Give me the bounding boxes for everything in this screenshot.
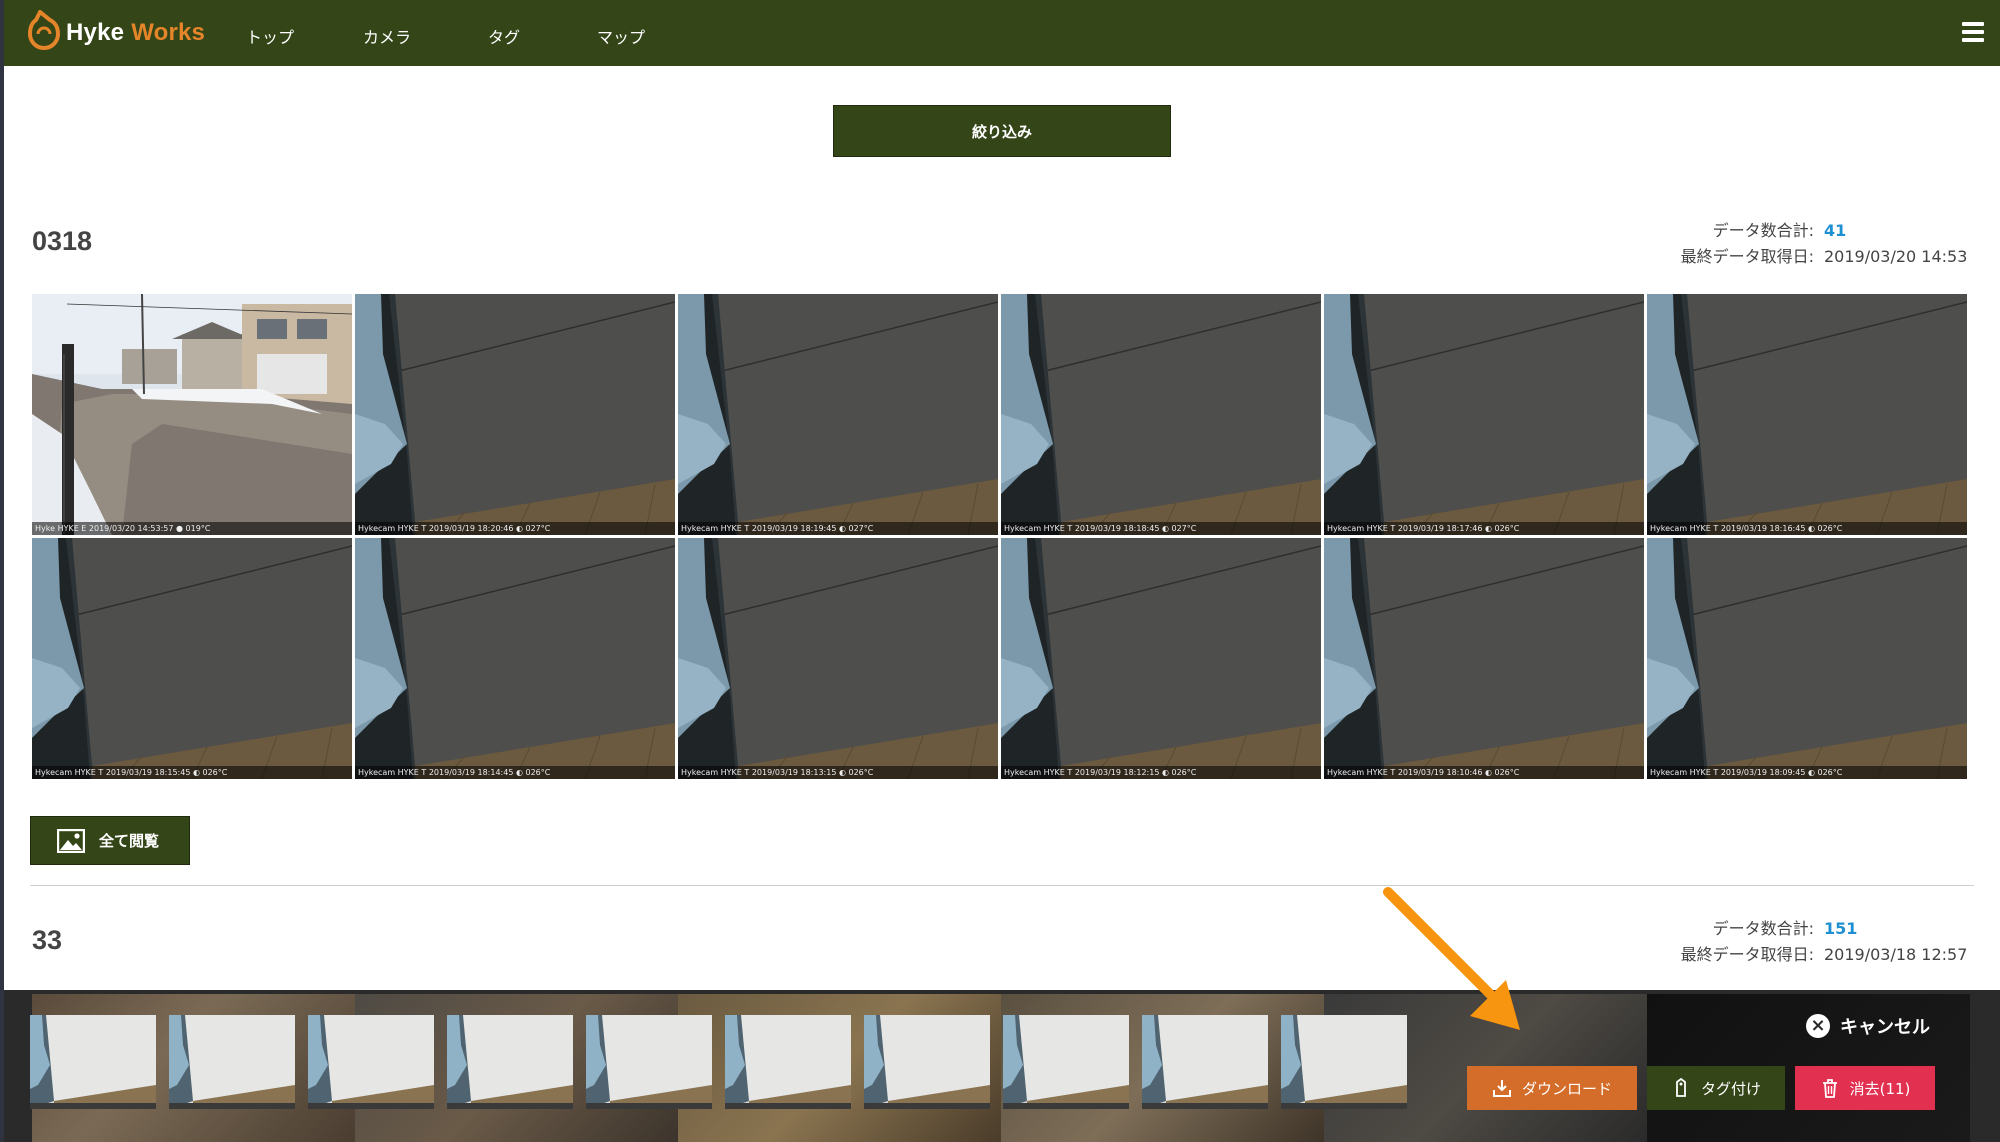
nav-item-camera[interactable]: カメラ — [363, 24, 411, 48]
selected-thumbnail[interactable] — [1003, 1015, 1129, 1109]
thumbnail-caption: Hykecam HYKE T 2019/03/19 18:20:46 ◐ 027… — [355, 522, 675, 535]
top-navbar: Hyke Works トップ カメラ タグ マップ — [4, 0, 2000, 66]
wall-photo — [1001, 294, 1321, 535]
delete-button[interactable]: 消去(11) — [1795, 1066, 1935, 1110]
wall-photo — [169, 1015, 295, 1109]
view-all-label: 全て閲覧 — [99, 832, 160, 850]
thumbnail[interactable]: Hyke HYKE E 2019/03/20 14:53:57 ● 019°C — [32, 294, 352, 535]
wall-photo — [1003, 1015, 1129, 1109]
thumbnail-caption: Hykecam HYKE T 2019/03/19 18:10:46 ◐ 026… — [1324, 766, 1644, 779]
hamburger-icon[interactable] — [1962, 22, 1984, 42]
wall-photo — [1324, 538, 1644, 779]
wall-photo — [678, 294, 998, 535]
wall-photo — [447, 1015, 573, 1109]
thumbnail[interactable]: Hykecam HYKE T 2019/03/19 18:13:15 ◐ 026… — [678, 538, 998, 779]
thumbnail[interactable]: Hykecam HYKE T 2019/03/19 18:18:45 ◐ 027… — [1001, 294, 1321, 535]
nav-item-top[interactable]: トップ — [246, 24, 294, 48]
view-all-button[interactable]: 全て閲覧 — [30, 816, 190, 865]
group-title: 0318 — [32, 226, 93, 256]
wall-photo — [32, 538, 352, 779]
thumbnail[interactable]: Hykecam HYKE T 2019/03/19 18:16:45 ◐ 026… — [1647, 294, 1967, 535]
thumbnail[interactable]: Hykecam HYKE T 2019/03/19 18:14:45 ◐ 026… — [355, 538, 675, 779]
wall-photo — [586, 1015, 712, 1109]
wall-photo — [1001, 538, 1321, 779]
group-title: 33 — [32, 925, 63, 955]
selected-thumbnail[interactable] — [586, 1015, 712, 1109]
count-value[interactable]: 151 — [1824, 916, 1970, 942]
thumbnail-caption: Hykecam HYKE T 2019/03/19 18:14:45 ◐ 026… — [355, 766, 675, 779]
wall-photo — [308, 1015, 434, 1109]
selected-thumbnail[interactable] — [308, 1015, 434, 1109]
window-edge — [0, 0, 4, 1142]
last-date-value: 2019/03/20 14:53 — [1824, 247, 1968, 266]
thumbnail-caption: Hykecam HYKE T 2019/03/19 18:12:15 ◐ 026… — [1001, 766, 1321, 779]
brand-name-part1: Hyke — [66, 19, 125, 46]
wall-photo — [678, 538, 998, 779]
selected-thumbnail[interactable] — [447, 1015, 573, 1109]
download-label: ダウンロード — [1521, 1079, 1612, 1098]
image-icon — [57, 828, 85, 853]
cancel-label: キャンセル — [1840, 1017, 1930, 1038]
count-value[interactable]: 41 — [1824, 218, 1970, 244]
thumbnail-caption: Hykecam HYKE T 2019/03/19 18:15:45 ◐ 026… — [32, 766, 352, 779]
tag-button[interactable]: タグ付け — [1647, 1066, 1785, 1110]
trash-icon — [1822, 1079, 1837, 1098]
nav-item-map[interactable]: マップ — [597, 24, 645, 48]
selected-thumbnail[interactable] — [169, 1015, 295, 1109]
selected-thumbnail[interactable] — [725, 1015, 851, 1109]
thumbnail-caption: Hykecam HYKE T 2019/03/19 18:09:45 ◐ 026… — [1647, 766, 1967, 779]
thumbnail[interactable]: Hykecam HYKE T 2019/03/19 18:19:45 ◐ 027… — [678, 294, 998, 535]
group-stats: データ数合計: 41 最終データ取得日: 2019/03/20 14:53 — [1681, 218, 1970, 270]
wall-photo — [1647, 294, 1967, 535]
wall-photo — [355, 538, 675, 779]
tag-label: タグ付け — [1700, 1079, 1761, 1098]
thumbnail[interactable]: Hykecam HYKE T 2019/03/19 18:09:45 ◐ 026… — [1647, 538, 1967, 779]
download-icon — [1492, 1080, 1511, 1097]
brand-name-part2: Works — [131, 19, 206, 46]
thumbnail[interactable]: Hykecam HYKE T 2019/03/19 18:17:46 ◐ 026… — [1324, 294, 1644, 535]
selected-thumbnail[interactable] — [1142, 1015, 1268, 1109]
thumbnail[interactable]: Hykecam HYKE T 2019/03/19 18:12:15 ◐ 026… — [1001, 538, 1321, 779]
wall-photo — [1142, 1015, 1268, 1109]
wall-photo — [725, 1015, 851, 1109]
thumbnail-caption: Hykecam HYKE T 2019/03/19 18:17:46 ◐ 026… — [1324, 522, 1644, 535]
street-photo — [32, 294, 352, 535]
thumbnail-grid: Hyke HYKE E 2019/03/20 14:53:57 ● 019°C H… — [32, 294, 1971, 779]
count-label: データ数合計: — [1712, 221, 1814, 240]
thumbnail-caption: Hykecam HYKE T 2019/03/19 18:19:45 ◐ 027… — [678, 522, 998, 535]
wall-photo — [355, 294, 675, 535]
thumbnail-caption: Hykecam HYKE T 2019/03/19 18:18:45 ◐ 027… — [1001, 522, 1321, 535]
brand[interactable]: Hyke Works — [26, 10, 205, 56]
hyke-logo-icon — [27, 10, 61, 50]
nav-item-tag[interactable]: タグ — [488, 24, 520, 48]
annotation-arrow-icon — [1383, 887, 1520, 1030]
selected-thumbnails — [30, 1015, 1420, 1109]
cancel-button[interactable]: × キャンセル — [1806, 1013, 1930, 1039]
last-date-label: 最終データ取得日: — [1680, 247, 1814, 266]
thumbnail[interactable]: Hykecam HYKE T 2019/03/19 18:20:46 ◐ 027… — [355, 294, 675, 535]
thumbnail-caption: Hykecam HYKE T 2019/03/19 18:13:15 ◐ 026… — [678, 766, 998, 779]
thumbnail[interactable]: Hykecam HYKE T 2019/03/19 18:15:45 ◐ 026… — [32, 538, 352, 779]
wall-photo — [864, 1015, 990, 1109]
wall-photo — [30, 1015, 156, 1109]
selected-thumbnail[interactable] — [864, 1015, 990, 1109]
download-button[interactable]: ダウンロード — [1467, 1066, 1637, 1110]
thumbnail-caption: Hykecam HYKE T 2019/03/19 18:16:45 ◐ 026… — [1647, 522, 1967, 535]
count-label: データ数合計: — [1712, 919, 1814, 938]
close-icon: × — [1806, 1014, 1830, 1038]
wall-photo — [1324, 294, 1644, 535]
wall-photo — [1647, 538, 1967, 779]
delete-label: 消去(11) — [1849, 1079, 1911, 1098]
thumbnail-caption: Hyke HYKE E 2019/03/20 14:53:57 ● 019°C — [32, 522, 352, 535]
selected-thumbnail[interactable] — [30, 1015, 156, 1109]
last-date-value: 2019/03/18 12:57 — [1824, 945, 1968, 964]
last-date-label: 最終データ取得日: — [1680, 945, 1814, 964]
tag-icon — [1676, 1078, 1686, 1097]
thumbnail[interactable]: Hykecam HYKE T 2019/03/19 18:10:46 ◐ 026… — [1324, 538, 1644, 779]
filter-button[interactable]: 絞り込み — [833, 105, 1171, 157]
group-stats: データ数合計: 151 最終データ取得日: 2019/03/18 12:57 — [1681, 916, 1970, 968]
divider — [30, 885, 1974, 886]
